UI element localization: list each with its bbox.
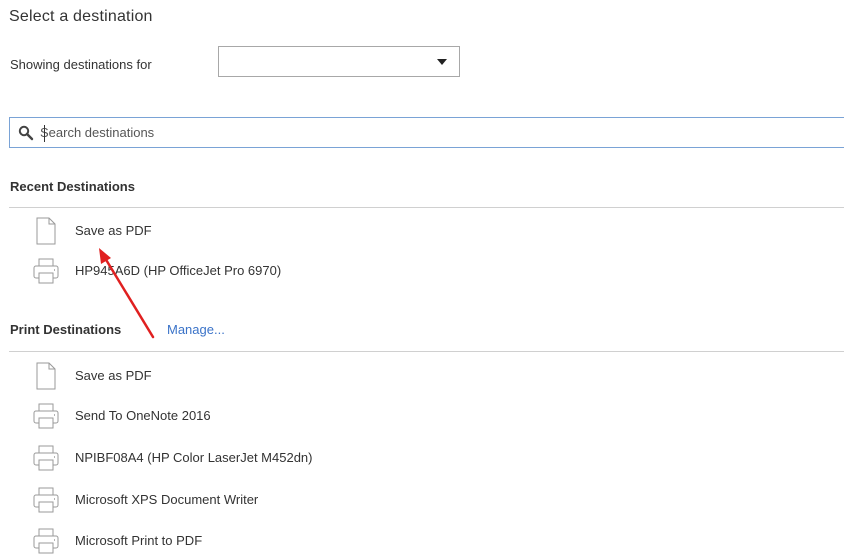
search-icon — [18, 125, 34, 141]
manage-link[interactable]: Manage... — [167, 322, 225, 337]
search-box[interactable] — [9, 117, 844, 148]
printer-icon — [33, 487, 59, 513]
dialog-title: Select a destination — [9, 8, 153, 25]
print-dest-npibf08a4[interactable]: NPIBF08A4 (HP Color LaserJet M452dn) — [30, 443, 590, 473]
recent-destinations-heading: Recent Destinations — [10, 179, 135, 194]
destination-label: HP945A6D (HP OfficeJet Pro 6970) — [75, 263, 282, 278]
printer-icon — [33, 403, 59, 429]
pdf-document-icon — [36, 362, 56, 390]
recent-dest-save-as-pdf[interactable]: Save as PDF — [30, 216, 590, 246]
destination-label: Send To OneNote 2016 — [75, 408, 211, 423]
print-dest-save-as-pdf[interactable]: Save as PDF — [30, 361, 590, 391]
text-cursor — [44, 125, 45, 142]
destination-label: Microsoft Print to PDF — [75, 533, 203, 548]
print-dest-xps-writer[interactable]: Microsoft XPS Document Writer — [30, 485, 590, 515]
chevron-down-icon — [437, 59, 447, 65]
destination-filter-dropdown[interactable] — [218, 46, 460, 77]
pdf-document-icon — [36, 217, 56, 245]
search-input[interactable] — [40, 122, 820, 143]
print-dest-onenote[interactable]: Send To OneNote 2016 — [30, 401, 590, 431]
printer-icon — [33, 258, 59, 284]
destination-label: Microsoft XPS Document Writer — [75, 492, 259, 507]
recent-dest-hp945a6d[interactable]: HP945A6D (HP OfficeJet Pro 6970) — [30, 256, 590, 286]
print-divider — [9, 351, 844, 352]
destination-label: Save as PDF — [75, 223, 152, 238]
destination-label: NPIBF08A4 (HP Color LaserJet M452dn) — [75, 450, 313, 465]
recent-divider — [9, 207, 844, 208]
print-destinations-heading: Print Destinations — [10, 322, 122, 337]
destination-label: Save as PDF — [75, 368, 152, 383]
printer-icon — [33, 445, 59, 471]
showing-destinations-label: Showing destinations for — [10, 57, 152, 72]
